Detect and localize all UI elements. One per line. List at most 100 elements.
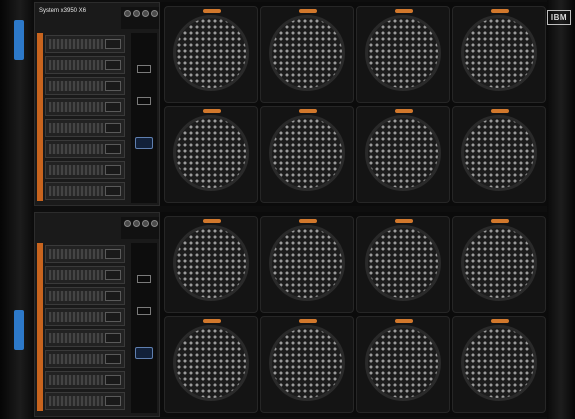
drive-vent [49, 186, 103, 196]
drive-handle[interactable] [105, 333, 121, 343]
drive-handle[interactable] [105, 291, 121, 301]
accent-strip [37, 33, 43, 201]
drive-bay[interactable] [45, 329, 125, 347]
drive-bay[interactable] [45, 266, 125, 284]
power-icon[interactable] [124, 10, 131, 17]
drive-bay[interactable] [45, 35, 125, 53]
fan-grill-icon [461, 325, 537, 401]
fan-release-tab[interactable] [299, 319, 317, 323]
status-led-icon [133, 220, 140, 227]
drive-bay[interactable] [45, 161, 125, 179]
drive-vent [49, 144, 103, 154]
drive-handle[interactable] [105, 165, 121, 175]
fan-module[interactable] [356, 106, 450, 203]
drive-handle[interactable] [105, 39, 121, 49]
drive-handle[interactable] [105, 60, 121, 70]
fan-module[interactable] [164, 6, 258, 103]
fan-module[interactable] [452, 6, 546, 103]
fan-module[interactable] [164, 316, 258, 413]
drive-handle[interactable] [105, 123, 121, 133]
port-panel [131, 243, 157, 413]
fan-release-tab[interactable] [395, 109, 413, 113]
drive-bay[interactable] [45, 350, 125, 368]
usb-icon[interactable] [137, 97, 151, 105]
status-panel [121, 217, 159, 239]
drive-bay[interactable] [45, 77, 125, 95]
drive-vent [49, 81, 103, 91]
fan-module[interactable] [452, 106, 546, 203]
drive-bay[interactable] [45, 98, 125, 116]
fan-module[interactable] [260, 216, 354, 313]
brand-logo: IBM [547, 10, 571, 25]
fan-release-tab[interactable] [491, 9, 509, 13]
drive-handle[interactable] [105, 354, 121, 364]
fan-bank-lower [160, 212, 547, 417]
usb-icon[interactable] [137, 65, 151, 73]
drive-handle[interactable] [105, 102, 121, 112]
drive-vent [49, 396, 103, 406]
drive-handle[interactable] [105, 249, 121, 259]
fan-bank-upper [160, 2, 547, 206]
drive-vent [49, 102, 103, 112]
fan-grill-icon [173, 325, 249, 401]
right-rack-ear: IBM [547, 0, 575, 419]
drive-bay[interactable] [45, 56, 125, 74]
fan-release-tab[interactable] [203, 9, 221, 13]
usb-icon[interactable] [137, 307, 151, 315]
drive-vent [49, 249, 103, 259]
fan-release-tab[interactable] [491, 319, 509, 323]
drive-handle[interactable] [105, 270, 121, 280]
status-led-icon [142, 220, 149, 227]
drive-handle[interactable] [105, 375, 121, 385]
fan-module[interactable] [356, 6, 450, 103]
drive-bay[interactable] [45, 392, 125, 410]
fan-module[interactable] [164, 106, 258, 203]
fan-grill-icon [365, 115, 441, 191]
blue-release-tab[interactable] [14, 310, 24, 350]
fan-module[interactable] [260, 316, 354, 413]
vga-icon[interactable] [135, 347, 153, 359]
drive-bay[interactable] [45, 119, 125, 137]
fan-module[interactable] [260, 6, 354, 103]
fan-release-tab[interactable] [299, 9, 317, 13]
status-led-icon [133, 10, 140, 17]
fan-grill-icon [173, 115, 249, 191]
drive-handle[interactable] [105, 186, 121, 196]
drive-bay[interactable] [45, 308, 125, 326]
drive-bay[interactable] [45, 245, 125, 263]
fan-module[interactable] [356, 316, 450, 413]
fan-release-tab[interactable] [299, 109, 317, 113]
status-panel [121, 7, 159, 29]
status-led-icon [151, 10, 158, 17]
drive-vent [49, 291, 103, 301]
fan-release-tab[interactable] [203, 109, 221, 113]
fan-release-tab[interactable] [299, 219, 317, 223]
vga-icon[interactable] [135, 137, 153, 149]
fan-module[interactable] [452, 216, 546, 313]
drive-bay[interactable] [45, 182, 125, 200]
fan-release-tab[interactable] [203, 319, 221, 323]
drive-vent [49, 312, 103, 322]
drive-handle[interactable] [105, 81, 121, 91]
drive-vent [49, 354, 103, 364]
fan-module[interactable] [452, 316, 546, 413]
fan-release-tab[interactable] [395, 319, 413, 323]
fan-module[interactable] [164, 216, 258, 313]
fan-release-tab[interactable] [491, 219, 509, 223]
fan-module[interactable] [260, 106, 354, 203]
fan-release-tab[interactable] [203, 219, 221, 223]
fan-release-tab[interactable] [491, 109, 509, 113]
fan-release-tab[interactable] [395, 9, 413, 13]
fan-module[interactable] [356, 216, 450, 313]
fan-release-tab[interactable] [395, 219, 413, 223]
blue-release-tab[interactable] [14, 20, 24, 60]
fan-grill-icon [461, 225, 537, 301]
drive-handle[interactable] [105, 396, 121, 406]
drive-bay[interactable] [45, 140, 125, 158]
power-icon[interactable] [124, 220, 131, 227]
usb-icon[interactable] [137, 275, 151, 283]
drive-bay[interactable] [45, 287, 125, 305]
drive-bay[interactable] [45, 371, 125, 389]
drive-handle[interactable] [105, 144, 121, 154]
drive-handle[interactable] [105, 312, 121, 322]
